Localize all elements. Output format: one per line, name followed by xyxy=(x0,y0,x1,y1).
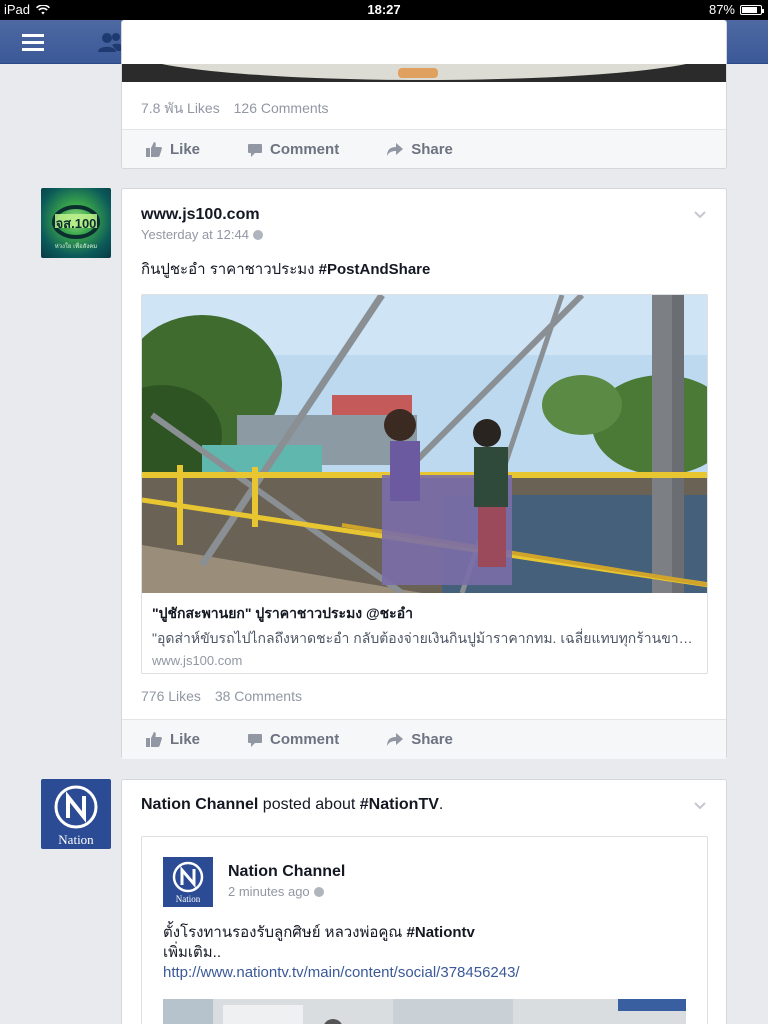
share-label: Share xyxy=(411,731,453,748)
post-text-body: กินปูชะอำ ราคาชาวประมง xyxy=(141,261,319,278)
link-preview[interactable]: "ปูชักสะพานยก" ปูราคาชาวประมง @ชะอำ "อุด… xyxy=(141,294,708,674)
post-stats[interactable]: 776 Likes 38 Comments xyxy=(141,688,302,704)
globe-icon xyxy=(252,229,263,240)
clock: 18:27 xyxy=(367,2,401,17)
comments-count[interactable]: 38 Comments xyxy=(215,688,302,704)
comment-button[interactable]: Comment xyxy=(248,141,339,158)
comment-icon xyxy=(248,143,263,157)
comments-count[interactable]: 126 Comments xyxy=(234,100,329,116)
likes-count[interactable]: 776 Likes xyxy=(141,688,201,704)
shared-avatar[interactable]: Nation xyxy=(163,857,213,907)
link-preview-info: "ปูชักสะพานยก" ปูราคาชาวประมง @ชะอำ "อุด… xyxy=(142,593,707,673)
shared-time[interactable]: 2 minutes ago xyxy=(228,884,310,899)
post-card-nation: Nation Channel posted about #NationTV. N… xyxy=(121,779,727,1024)
like-button[interactable]: Like xyxy=(146,141,200,158)
shared-text-body: ตั้งโรงทานรองรับลูกศิษย์ หลวงพ่อคูณ xyxy=(163,924,407,941)
like-label: Like xyxy=(170,731,201,748)
post-actions: Like Comment Share xyxy=(122,719,726,759)
share-button[interactable]: Share xyxy=(387,731,453,748)
post-author[interactable]: www.js100.com xyxy=(141,206,263,224)
shared-avatar-text: Nation xyxy=(175,894,201,904)
shared-author[interactable]: Nation Channel xyxy=(228,863,345,881)
share-button[interactable]: Share xyxy=(387,141,453,158)
globe-icon xyxy=(313,886,324,897)
hashtag-link[interactable]: #PostAndShare xyxy=(319,261,431,278)
post-author[interactable]: Nation Channel xyxy=(141,796,258,813)
post-meta: Yesterday at 12:44 xyxy=(141,227,263,242)
chevron-down-icon[interactable] xyxy=(694,211,706,219)
see-more-text[interactable]: เพิ่มเติม.. xyxy=(163,943,520,963)
status-bar: iPad 18:27 87% xyxy=(0,0,768,20)
like-label: Like xyxy=(170,141,201,158)
avatar-text: Nation xyxy=(58,832,94,847)
link-title: "ปูชักสะพานยก" ปูราคาชาวประมง @ชะอำ xyxy=(152,605,413,621)
link-domain: www.js100.com xyxy=(152,653,243,668)
hashtag-link[interactable]: #NationTV xyxy=(360,796,439,813)
share-icon xyxy=(387,733,404,746)
shared-text: ตั้งโรงทานรองรับลูกศิษย์ หลวงพ่อคูณ #Nat… xyxy=(163,923,520,983)
link-preview-image xyxy=(142,295,707,593)
battery-icon xyxy=(740,4,764,15)
page-avatar-js100[interactable]: จส.100 ห่วงใย เพื่อสังคม xyxy=(41,188,111,258)
likes-count[interactable]: 7.8 พัน Likes xyxy=(141,100,220,116)
avatar-subtext: ห่วงใย เพื่อสังคม xyxy=(54,244,98,250)
comment-label: Comment xyxy=(270,141,340,158)
posted-about-text: posted about xyxy=(262,796,356,813)
avatar-text: จส.100 xyxy=(55,216,97,231)
comment-icon xyxy=(248,733,263,747)
share-icon xyxy=(387,143,404,156)
comment-label: Comment xyxy=(270,731,340,748)
post-text: กินปูชะอำ ราคาชาวประมง #PostAndShare xyxy=(141,257,430,281)
post-headline: Nation Channel posted about #NationTV. xyxy=(141,796,443,814)
post-card-previous: 7.8 พัน Likes 126 Comments Like Comment … xyxy=(121,20,727,169)
battery-percent: 87% xyxy=(708,2,735,17)
page-avatar-nation[interactable]: Nation xyxy=(41,779,111,849)
post-actions: Like Comment Share xyxy=(122,129,726,168)
shared-meta: 2 minutes ago xyxy=(228,884,345,899)
comment-button[interactable]: Comment xyxy=(248,731,339,748)
shared-image xyxy=(163,999,686,1024)
link-description: "อุดส่าห์ขับรถไปไกลถึงหาดชะอำ กลับต้องจ่… xyxy=(152,630,697,646)
thumbs-up-icon xyxy=(146,732,162,747)
period: . xyxy=(438,796,444,813)
post-time[interactable]: Yesterday at 12:44 xyxy=(141,227,249,242)
like-button[interactable]: Like xyxy=(146,731,200,748)
chevron-down-icon[interactable] xyxy=(694,802,706,810)
thumbs-up-icon xyxy=(146,142,162,157)
shared-url[interactable]: http://www.nationtv.tv/main/content/soci… xyxy=(163,963,520,983)
shared-hashtag[interactable]: #Nationtv xyxy=(407,924,475,941)
post-image xyxy=(122,64,726,82)
pier-photo xyxy=(142,295,707,593)
shared-post[interactable]: Nation Nation Channel 2 minutes ago ตั้ง… xyxy=(141,836,708,1024)
share-label: Share xyxy=(411,141,453,158)
post-card-js100: www.js100.com Yesterday at 12:44 กินปูชะ… xyxy=(121,188,727,759)
post-stats[interactable]: 7.8 พัน Likes 126 Comments xyxy=(141,98,329,120)
